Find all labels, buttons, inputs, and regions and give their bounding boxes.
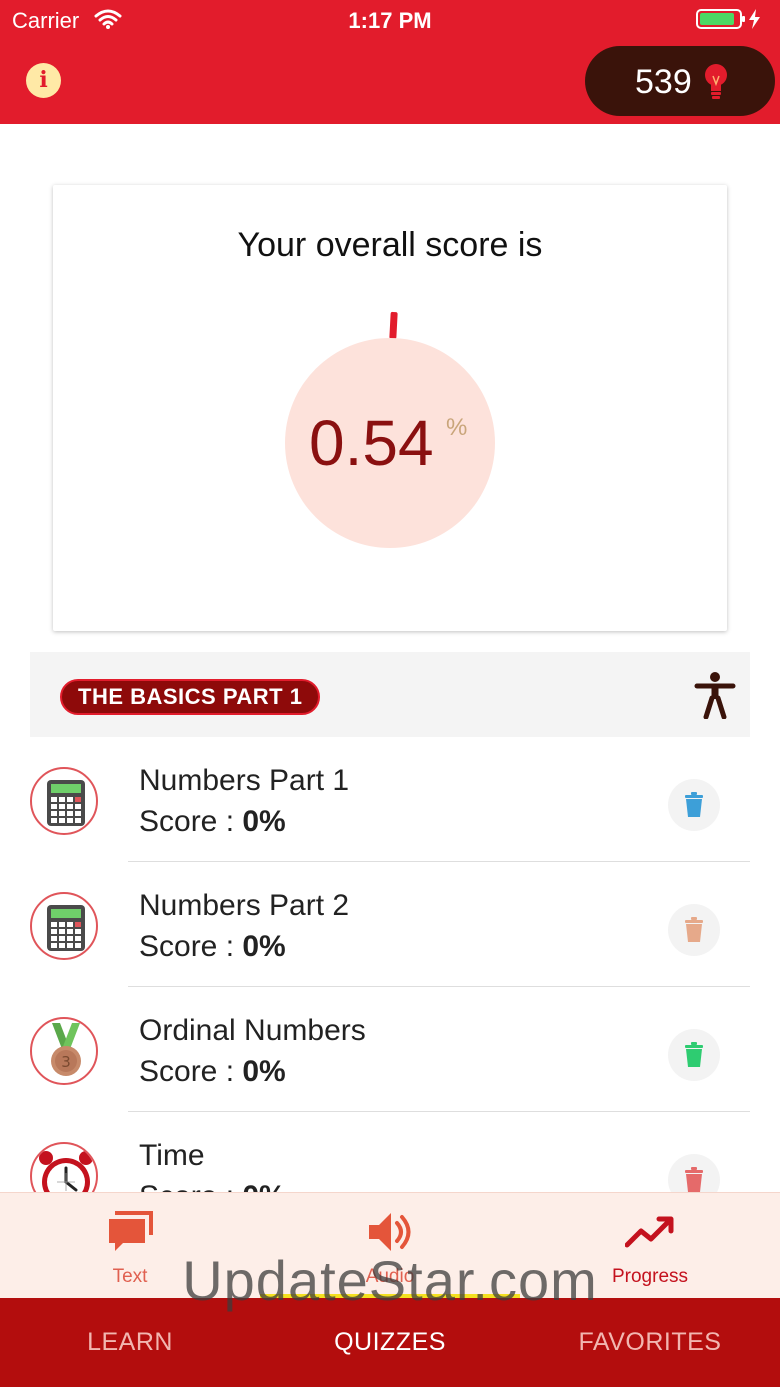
lightbulb-icon: [703, 62, 729, 105]
info-icon[interactable]: i: [26, 63, 61, 98]
speaker-icon: [369, 1213, 411, 1251]
status-bar: Carrier 1:17 PM: [0, 0, 780, 40]
status-time: 1:17 PM: [348, 8, 432, 33]
trash-icon: [685, 917, 703, 942]
points-value: 539: [635, 63, 692, 101]
quiz-title: Ordinal Numbers: [139, 1014, 366, 1047]
person-icon[interactable]: [694, 671, 736, 724]
medal-icon: 3: [30, 1017, 98, 1085]
score-value: 0.54: [309, 407, 434, 479]
subtab-progress[interactable]: Progress: [520, 1193, 780, 1299]
quiz-score-value: 0%: [242, 805, 286, 838]
trending-up-icon: [625, 1216, 674, 1248]
quiz-score-value: 0%: [242, 930, 286, 963]
trash-icon: [685, 792, 703, 817]
trash-icon: [685, 1042, 703, 1067]
score-card-title: Your overall score is: [237, 226, 543, 264]
tab-quizzes[interactable]: QUIZZES: [260, 1298, 520, 1387]
subtab-text[interactable]: Text: [0, 1193, 260, 1299]
quiz-score: Score : 0%: [139, 1055, 286, 1088]
subtab-label: Text: [112, 1266, 148, 1287]
chat-bubbles-icon: [109, 1211, 153, 1251]
subtab-audio[interactable]: Audio: [260, 1193, 520, 1299]
score-circle: 0.54 %: [285, 338, 495, 548]
section-header: THE BASICS PART 1: [30, 652, 750, 737]
quiz-row-numbers-part-1[interactable]: Numbers Part 1 Score : 0%: [30, 737, 750, 862]
calculator-icon: [30, 767, 98, 835]
quiz-score: Score : 0%: [139, 805, 286, 838]
quiz-title: Numbers Part 1: [139, 764, 350, 797]
quiz-row-numbers-part-2[interactable]: Numbers Part 2 Score : 0%: [30, 862, 750, 987]
trash-icon: [685, 1167, 703, 1192]
delete-button[interactable]: [668, 904, 720, 956]
tab-favorites[interactable]: FAVORITES: [520, 1298, 780, 1387]
bottom-tab-bar: LEARN QUIZZES FAVORITES: [0, 1298, 780, 1387]
calculator-icon: [30, 892, 98, 960]
sub-tab-bar: Text Audio Progress: [0, 1192, 780, 1298]
score-card: Your overall score is 0.54 %: [53, 185, 727, 631]
quiz-title: Numbers Part 2: [139, 889, 350, 922]
section-title: THE BASICS PART 1: [60, 679, 321, 715]
battery-charging-icon: [696, 8, 764, 35]
subtab-label: Progress: [611, 1266, 689, 1287]
subtab-label: Audio: [365, 1266, 415, 1287]
quiz-score: Score : 0%: [139, 930, 286, 963]
score-unit: %: [446, 414, 468, 441]
svg-text:3: 3: [61, 1053, 71, 1071]
app-header: Carrier 1:17 PM i 539: [0, 0, 780, 124]
quiz-title: Time: [139, 1139, 205, 1172]
delete-button[interactable]: [668, 1029, 720, 1081]
score-progress-marker: [389, 311, 398, 340]
tab-learn[interactable]: LEARN: [0, 1298, 260, 1387]
quiz-score-value: 0%: [242, 1055, 286, 1088]
points-pill[interactable]: 539: [585, 46, 775, 116]
delete-button[interactable]: [668, 779, 720, 831]
quiz-row-ordinal-numbers[interactable]: 3 Ordinal Numbers Score : 0%: [30, 987, 750, 1112]
